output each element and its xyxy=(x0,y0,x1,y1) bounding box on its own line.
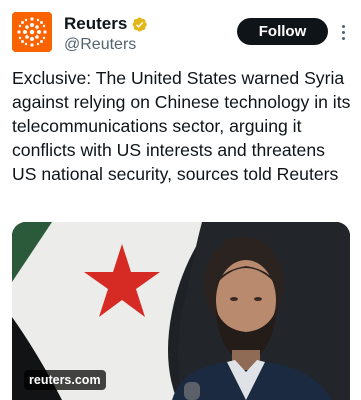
more-dot xyxy=(341,24,345,28)
account-handle[interactable]: @Reuters xyxy=(64,35,148,55)
more-dot xyxy=(341,36,345,40)
tweet-text: Exclusive: The United States warned Syri… xyxy=(12,68,351,184)
more-options-icon[interactable] xyxy=(334,20,352,44)
tweet-header: Reuters @Reuters Follow xyxy=(12,12,352,56)
link-card-image[interactable]: reuters.com xyxy=(12,222,350,400)
reuters-logo-icon[interactable] xyxy=(12,12,52,52)
verified-badge-icon xyxy=(131,16,148,33)
name-row: Reuters xyxy=(64,14,148,34)
display-name[interactable]: Reuters xyxy=(64,14,127,34)
link-domain-label: reuters.com xyxy=(24,370,106,390)
more-dot xyxy=(341,30,345,34)
account-identity[interactable]: Reuters @Reuters xyxy=(64,14,148,55)
follow-button[interactable]: Follow xyxy=(237,18,328,45)
